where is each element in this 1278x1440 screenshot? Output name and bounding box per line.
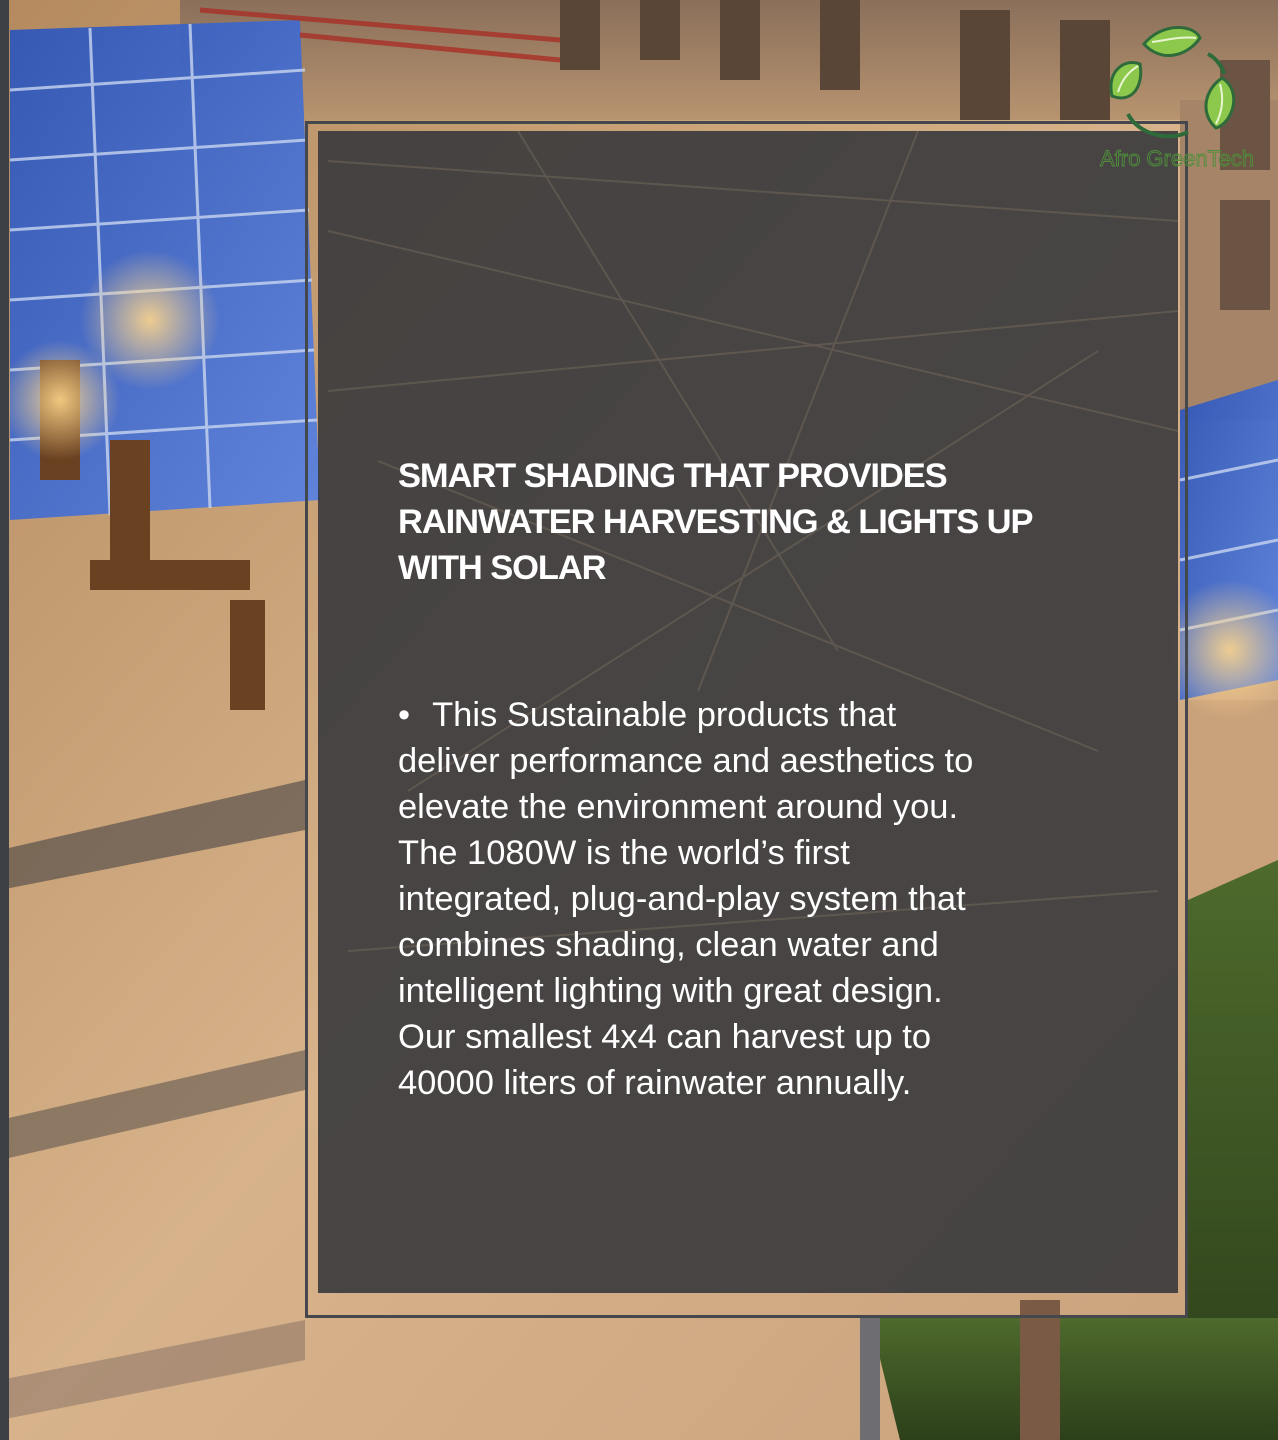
card-body-text: This Sustainable products that deliver p… bbox=[398, 696, 974, 1102]
logo-text: Afro GreenTech bbox=[1100, 146, 1254, 171]
card-body: • This Sustainable products that deliver … bbox=[398, 692, 1098, 1106]
card-headline: SMART SHADING THAT PROVIDES RAINWATER HA… bbox=[398, 457, 1033, 587]
info-card: SMART SHADING THAT PROVIDES RAINWATER HA… bbox=[318, 131, 1178, 1293]
afro-greentech-logo: Afro GreenTech bbox=[1100, 25, 1254, 171]
left-edge-bar bbox=[0, 0, 9, 1440]
recycle-leaves-icon bbox=[1109, 25, 1236, 139]
bullet-icon: • bbox=[398, 696, 411, 734]
